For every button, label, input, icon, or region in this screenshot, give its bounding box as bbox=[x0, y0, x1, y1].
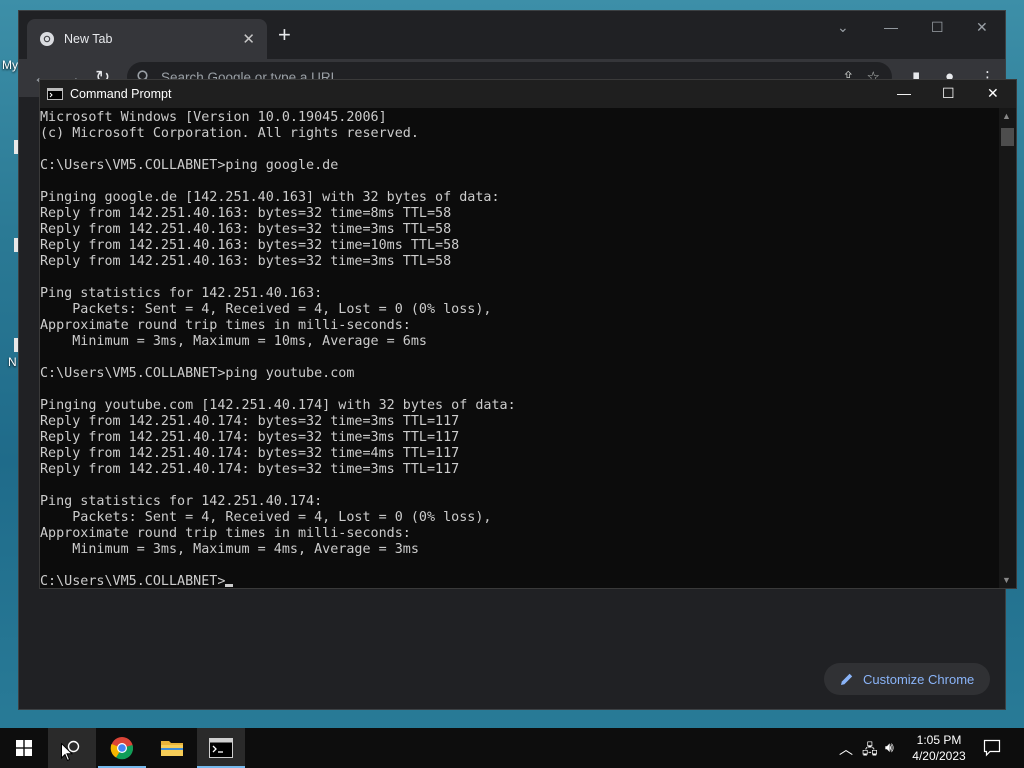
taskbar-command-prompt[interactable] bbox=[197, 728, 245, 768]
desktop-icon-label-fragment: N bbox=[8, 355, 17, 369]
scroll-down-arrow-icon[interactable]: ▼ bbox=[1002, 575, 1011, 585]
terminal-line: Reply from 142.251.40.174: bytes=32 time… bbox=[40, 462, 460, 477]
command-prompt-icon bbox=[209, 738, 233, 758]
volume-icon[interactable]: 🔊︎ bbox=[885, 739, 894, 756]
customize-chrome-button[interactable]: Customize Chrome bbox=[824, 663, 990, 695]
tab-strip: New Tab ✕ + ⌄ — ☐ ✕ bbox=[19, 11, 1005, 59]
tab-title: New Tab bbox=[64, 32, 113, 46]
taskbar-chrome[interactable] bbox=[98, 728, 146, 768]
chrome-favicon-icon bbox=[40, 32, 54, 46]
cmd-app-icon bbox=[47, 88, 63, 100]
terminal-line: Packets: Sent = 4, Received = 4, Lost = … bbox=[40, 302, 492, 317]
cmd-titlebar[interactable]: Command Prompt bbox=[40, 80, 1016, 108]
terminal-line: Reply from 142.251.40.174: bytes=32 time… bbox=[40, 414, 460, 429]
terminal-line: Minimum = 3ms, Maximum = 4ms, Average = … bbox=[40, 542, 419, 557]
chrome-minimize-button[interactable]: — bbox=[884, 19, 898, 35]
cmd-maximize-button[interactable]: ☐ bbox=[942, 85, 955, 101]
tab-search-chevron-icon[interactable]: ⌄ bbox=[837, 19, 849, 36]
cmd-title: Command Prompt bbox=[70, 87, 172, 101]
terminal-line: Reply from 142.251.40.163: bytes=32 time… bbox=[40, 206, 452, 221]
chrome-maximize-button[interactable]: ☐ bbox=[931, 19, 944, 36]
customize-chrome-label: Customize Chrome bbox=[863, 671, 975, 687]
terminal-line: Reply from 142.251.40.163: bytes=32 time… bbox=[40, 238, 460, 253]
terminal-line: Minimum = 3ms, Maximum = 10ms, Average =… bbox=[40, 334, 427, 349]
mouse-cursor-icon bbox=[61, 743, 73, 762]
terminal-line: Pinging youtube.com [142.251.40.174] wit… bbox=[40, 398, 516, 413]
terminal-line: Reply from 142.251.40.163: bytes=32 time… bbox=[40, 222, 452, 237]
notification-icon bbox=[983, 739, 1001, 757]
terminal-line: Packets: Sent = 4, Received = 4, Lost = … bbox=[40, 510, 492, 525]
taskbar-file-explorer[interactable] bbox=[148, 728, 196, 768]
network-icon[interactable]: 🖧 bbox=[862, 739, 878, 763]
terminal-line: Pinging google.de [142.251.40.163] with … bbox=[40, 190, 500, 205]
scrollbar-thumb[interactable] bbox=[1001, 128, 1014, 146]
command-prompt-window: Command Prompt — ☐ ✕ Microsoft Windows [… bbox=[39, 79, 1017, 589]
terminal-line: Microsoft Windows [Version 10.0.19045.20… bbox=[40, 110, 387, 125]
text-cursor bbox=[225, 584, 234, 587]
taskbar: ︿ 🖧 🔊︎ 1:05 PM 4/20/2023 bbox=[0, 728, 1024, 768]
terminal-line: Reply from 142.251.40.163: bytes=32 time… bbox=[40, 254, 452, 269]
clock-time: 1:05 PM bbox=[916, 733, 962, 747]
windows-start-icon bbox=[16, 740, 32, 756]
terminal-line: Approximate round trip times in milli-se… bbox=[40, 318, 411, 333]
cmd-minimize-button[interactable]: — bbox=[897, 85, 911, 101]
chrome-close-button[interactable]: ✕ bbox=[976, 19, 988, 36]
terminal-line: (c) Microsoft Corporation. All rights re… bbox=[40, 126, 419, 141]
new-tab-button[interactable]: + bbox=[278, 23, 291, 47]
show-hidden-icons-chevron-icon[interactable]: ︿ bbox=[839, 739, 853, 759]
terminal-output[interactable]: Microsoft Windows [Version 10.0.19045.20… bbox=[40, 110, 999, 588]
scroll-up-arrow-icon[interactable]: ▲ bbox=[1002, 111, 1011, 121]
terminal-line: Ping statistics for 142.251.40.174: bbox=[40, 494, 323, 509]
terminal-line: C:\Users\VM5.COLLABNET>ping google.de bbox=[40, 158, 339, 173]
chrome-icon bbox=[110, 737, 134, 760]
terminal-line: C:\Users\VM5.COLLABNET> bbox=[40, 574, 999, 588]
tab-new-tab[interactable]: New Tab ✕ bbox=[27, 19, 267, 59]
terminal-line: Reply from 142.251.40.174: bytes=32 time… bbox=[40, 446, 460, 461]
taskbar-clock[interactable]: 1:05 PM 4/20/2023 bbox=[905, 732, 973, 764]
desktop-icon-label-fragment: My bbox=[2, 58, 18, 72]
terminal-line: Approximate round trip times in milli-se… bbox=[40, 526, 411, 541]
file-explorer-icon bbox=[161, 741, 183, 756]
tab-close-icon[interactable]: ✕ bbox=[242, 30, 255, 48]
cmd-scrollbar[interactable]: ▲ ▼ bbox=[999, 108, 1016, 588]
pencil-icon bbox=[841, 673, 853, 685]
clock-date: 4/20/2023 bbox=[912, 749, 966, 763]
action-center-button[interactable] bbox=[983, 739, 1001, 762]
cmd-close-button[interactable]: ✕ bbox=[987, 85, 999, 101]
terminal-line: Ping statistics for 142.251.40.163: bbox=[40, 286, 323, 301]
start-button[interactable] bbox=[0, 728, 48, 768]
terminal-line: C:\Users\VM5.COLLABNET>ping youtube.com bbox=[40, 366, 355, 381]
terminal-line: Reply from 142.251.40.174: bytes=32 time… bbox=[40, 430, 460, 445]
